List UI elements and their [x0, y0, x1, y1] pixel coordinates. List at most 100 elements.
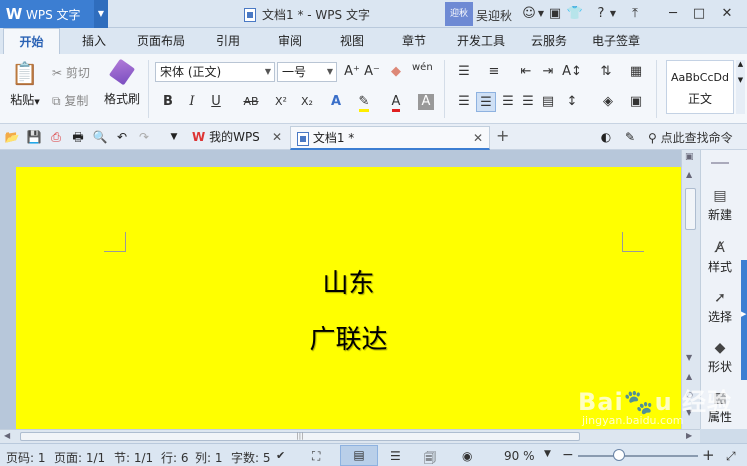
border-icon[interactable]: ▦: [626, 62, 646, 82]
underline-button[interactable]: U: [206, 92, 226, 112]
status-page-code[interactable]: 页码: 1: [6, 449, 46, 466]
web-view-icon[interactable]: 🗐: [424, 449, 436, 466]
borders-icon[interactable]: ▣: [626, 92, 646, 112]
tab-view[interactable]: 视图: [330, 28, 374, 54]
chevron-right-icon[interactable]: ▶: [741, 310, 746, 318]
reading-mode-icon[interactable]: ◉: [462, 449, 472, 463]
horizontal-scrollbar[interactable]: ◀ ||| ▶: [0, 429, 700, 443]
redo-icon[interactable]: ↷: [136, 129, 152, 145]
status-word-count[interactable]: 字数: 5: [231, 449, 271, 466]
font-name-select[interactable]: 宋体 (正文) ▼: [155, 62, 275, 82]
scroll-up-icon[interactable]: ▲: [686, 170, 692, 179]
superscript-button[interactable]: X²: [270, 92, 292, 112]
open-folder-icon[interactable]: 📂: [4, 129, 20, 145]
outline-view-icon[interactable]: ☰: [390, 449, 401, 463]
split-view-icon[interactable]: ▣: [685, 152, 694, 162]
vertical-scroll-thumb[interactable]: [685, 188, 696, 230]
feedback-icon[interactable]: ▣: [546, 5, 564, 23]
export-pdf-icon[interactable]: ⎙: [48, 129, 64, 145]
copy-button[interactable]: ⧉ 复制: [52, 92, 88, 109]
tab-page-layout[interactable]: 页面布局: [132, 28, 190, 54]
tab-e-signature[interactable]: 电子签章: [586, 28, 646, 54]
subscript-button[interactable]: X₂: [296, 92, 318, 112]
scroll-right-icon[interactable]: ▶: [686, 431, 692, 440]
page-view-icon[interactable]: ▤: [340, 445, 378, 466]
zoom-level[interactable]: 90 %: [504, 449, 535, 463]
tab-references[interactable]: 引用: [206, 28, 250, 54]
skin-shirt-icon[interactable]: 👕: [566, 5, 584, 23]
chevron-down-icon[interactable]: ▼: [604, 5, 622, 23]
taskpane-new[interactable]: ▤ 新建: [701, 188, 739, 223]
strikethrough-button[interactable]: AB: [238, 92, 264, 112]
tab-my-wps[interactable]: W 我的WPS ✕: [186, 126, 288, 150]
taskpane-shapes[interactable]: ◆ 形状: [701, 340, 739, 375]
tab-review[interactable]: 审阅: [268, 28, 312, 54]
format-painter-button[interactable]: 格式刷: [102, 58, 142, 107]
paragraph-shading-icon[interactable]: ◈: [598, 92, 618, 112]
print-icon[interactable]: 🖶: [70, 129, 86, 145]
zoom-slider-thumb[interactable]: [613, 449, 625, 461]
doc-helper-icon[interactable]: ◐: [598, 129, 614, 145]
line-spacing-icon[interactable]: ↕: [562, 92, 582, 112]
spell-check-icon[interactable]: ✔: [276, 449, 285, 462]
save-icon[interactable]: 💾: [26, 129, 42, 145]
tab-chapter[interactable]: 章节: [392, 28, 436, 54]
font-color-button[interactable]: A: [386, 92, 406, 112]
phonetic-guide-button[interactable]: wén: [412, 62, 433, 73]
shrink-font-button[interactable]: A⁻: [362, 62, 382, 82]
close-icon[interactable]: ✕: [473, 127, 483, 149]
paste-button[interactable]: 📋 粘贴▼: [6, 62, 44, 108]
document-line-1[interactable]: 山东: [16, 263, 681, 300]
maximize-button[interactable]: □: [690, 5, 708, 23]
tab-cloud[interactable]: 云服务: [524, 28, 574, 54]
zoom-in-button[interactable]: +: [702, 446, 715, 464]
bold-button[interactable]: B: [158, 92, 178, 112]
highlight-icon[interactable]: ✎: [354, 92, 374, 112]
zoom-out-button[interactable]: −: [562, 447, 574, 463]
align-center-icon[interactable]: ☰: [476, 92, 496, 112]
chevron-down-icon[interactable]: ▼: [94, 0, 108, 28]
expand-icon[interactable]: ⤢: [726, 449, 736, 464]
status-section[interactable]: 节: 1/1: [114, 449, 153, 466]
close-button[interactable]: ✕: [718, 5, 736, 23]
chevron-down-icon[interactable]: ▼: [166, 129, 182, 145]
tab-document[interactable]: 文档1 * ✕: [290, 126, 490, 150]
new-tab-button[interactable]: +: [496, 126, 509, 145]
cut-button[interactable]: ✂ 剪切: [52, 64, 90, 81]
horizontal-scroll-thumb[interactable]: |||: [20, 432, 580, 441]
italic-button[interactable]: I: [182, 92, 202, 112]
app-menu-button[interactable]: W WPS 文字 ▼: [0, 0, 108, 28]
style-gallery-item[interactable]: AaBbCcDd 正文: [666, 60, 734, 114]
decrease-indent-icon[interactable]: ⇤: [516, 62, 536, 82]
tab-insert[interactable]: 插入: [70, 28, 118, 54]
grow-font-button[interactable]: A⁺: [342, 62, 362, 82]
close-icon[interactable]: ✕: [272, 126, 282, 148]
align-right-icon[interactable]: ☰: [498, 92, 518, 112]
tab-home[interactable]: 开始: [3, 28, 60, 54]
text-direction-icon[interactable]: A↕: [562, 62, 582, 82]
status-page[interactable]: 页面: 1/1: [54, 449, 105, 466]
zoom-slider-track[interactable]: [578, 455, 698, 457]
print-preview-icon[interactable]: 🔍: [92, 129, 108, 145]
numbered-list-icon[interactable]: ≡: [484, 62, 504, 82]
clear-format-icon[interactable]: ◆: [386, 62, 406, 82]
undo-icon[interactable]: ↶: [114, 129, 130, 145]
taskpane-select[interactable]: ➚ 选择: [701, 290, 739, 325]
align-left-icon[interactable]: ☰: [454, 92, 474, 112]
restore-ribbon-icon[interactable]: ⤒: [626, 5, 644, 23]
char-shading-icon[interactable]: A: [418, 94, 434, 110]
distribute-icon[interactable]: ▤: [538, 92, 558, 112]
text-effect-icon[interactable]: A: [326, 92, 346, 112]
prev-page-icon[interactable]: ▲: [686, 372, 692, 381]
pane-toggle-strip[interactable]: [741, 260, 747, 380]
style-gallery-scroll[interactable]: ▲ ▼: [736, 60, 745, 114]
taskpane-styles[interactable]: A̸ 样式: [701, 240, 739, 275]
chevron-down-icon[interactable]: ▼: [544, 449, 551, 459]
increase-indent-icon[interactable]: ⇥: [538, 62, 558, 82]
tab-developer[interactable]: 开发工具: [450, 28, 512, 54]
minimize-button[interactable]: ─: [664, 5, 682, 23]
bullet-list-icon[interactable]: ☰: [454, 62, 474, 82]
sort-icon[interactable]: ⇅: [596, 62, 616, 82]
user-name[interactable]: 吴迎秋: [476, 7, 512, 24]
scroll-down-icon[interactable]: ▼: [686, 353, 692, 362]
